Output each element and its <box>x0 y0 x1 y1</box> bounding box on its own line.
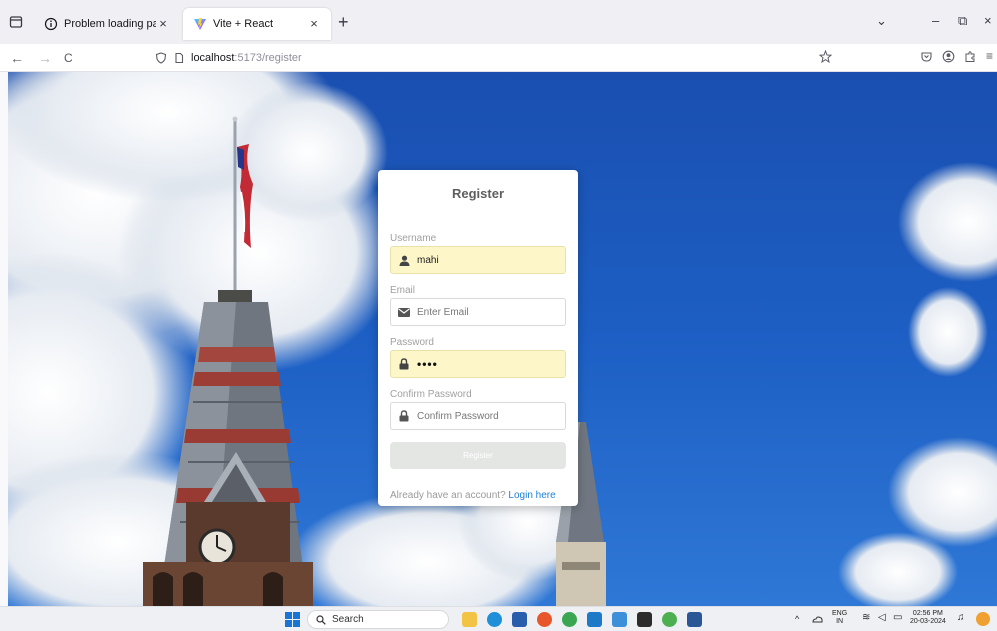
page-icon[interactable] <box>173 52 185 64</box>
register-card: Register Username Email Password <box>378 170 578 506</box>
language-indicator[interactable]: ENG IN <box>832 610 847 626</box>
region-code: IN <box>836 618 844 625</box>
url-path: :5173/register <box>234 52 302 64</box>
confirm-password-field[interactable] <box>390 402 566 430</box>
taskbar-search[interactable]: Search <box>307 610 449 629</box>
back-button[interactable]: ← <box>10 49 24 67</box>
user-icon <box>391 247 417 273</box>
lock-icon <box>391 403 417 429</box>
close-window-button[interactable]: × <box>984 13 992 28</box>
page-viewport: Register Username Email Password <box>8 72 997 606</box>
word-icon[interactable] <box>687 612 702 627</box>
password-field[interactable]: •••• <box>390 350 566 378</box>
onedrive-icon[interactable] <box>812 614 823 625</box>
volume-icon[interactable]: ◁ <box>878 613 886 623</box>
account-icon[interactable] <box>942 50 955 63</box>
new-tab-button[interactable]: + <box>338 13 349 31</box>
tab-close-icon[interactable]: × <box>307 17 321 31</box>
clock[interactable]: 02:56 PM 20-03-2024 <box>910 610 946 626</box>
password-label: Password <box>390 337 434 348</box>
bookmark-star-icon[interactable] <box>819 50 832 63</box>
tab-title: Problem loading page <box>64 18 156 30</box>
restore-button[interactable]: ⧉ <box>958 13 967 29</box>
search-icon <box>316 614 326 625</box>
firefox-icon[interactable] <box>537 612 552 627</box>
language-code: ENG <box>832 610 848 617</box>
tab-title: Vite + React <box>213 18 274 30</box>
url-bar[interactable]: localhost:5173/register <box>155 47 845 69</box>
confirm-password-input[interactable] <box>417 410 557 422</box>
clock-time: 02:56 PM <box>912 610 943 617</box>
notepad-icon[interactable] <box>612 612 627 627</box>
email-label: Email <box>390 285 416 296</box>
username-input[interactable] <box>417 254 557 266</box>
chrome-icon[interactable] <box>562 612 577 627</box>
info-icon <box>44 17 58 31</box>
clock-date: 20-03-2024 <box>910 618 946 625</box>
username-label: Username <box>390 233 437 244</box>
taskbar: Search ^ ENG IN ≋ ◁ ▭ 02:56 PM 20-03-2024 … <box>0 606 997 631</box>
store-icon[interactable] <box>512 612 527 627</box>
vscode-icon[interactable] <box>587 612 602 627</box>
tab-problem-loading[interactable]: Problem loading page × <box>34 8 180 40</box>
confirm-password-label: Confirm Password <box>390 389 472 400</box>
windows-start-icon[interactable] <box>285 612 300 627</box>
register-button[interactable]: Register <box>390 442 566 469</box>
envelope-icon <box>391 299 417 325</box>
vite-logo-icon <box>194 18 206 30</box>
terminal-icon[interactable] <box>637 612 652 627</box>
forward-button[interactable]: → <box>38 49 52 67</box>
login-prompt: Already have an account? Login here <box>390 490 566 501</box>
register-title: Register <box>451 186 505 201</box>
extensions-icon[interactable] <box>964 50 977 63</box>
url-host: localhost <box>191 52 235 64</box>
edge-icon[interactable] <box>487 612 502 627</box>
tab-list-icon[interactable] <box>8 14 24 30</box>
chrome-profile-icon[interactable] <box>662 612 677 627</box>
reload-button[interactable]: C <box>64 49 73 67</box>
tab-vite-react[interactable]: Vite + React × <box>183 8 331 40</box>
nav-bar: ← → C localhost:5173/register ≡ <box>0 44 997 72</box>
password-masked-value[interactable]: •••• <box>417 357 438 371</box>
screen: Problem loading page × Vite + React × + … <box>0 0 997 631</box>
tab-strip: Problem loading page × Vite + React × + … <box>0 0 997 44</box>
tray-chevron-icon[interactable]: ^ <box>795 615 799 624</box>
menu-icon[interactable]: ≡ <box>986 49 993 63</box>
minimize-button[interactable]: – <box>932 13 939 28</box>
email-field[interactable] <box>390 298 566 326</box>
email-input[interactable] <box>417 306 557 318</box>
list-all-tabs-icon[interactable]: ⌄ <box>876 13 887 29</box>
tab-close-icon[interactable]: × <box>156 17 170 31</box>
file-explorer-icon[interactable] <box>462 612 477 627</box>
username-field[interactable] <box>390 246 566 274</box>
pocket-icon[interactable] <box>920 50 933 63</box>
battery-icon[interactable]: ▭ <box>893 613 902 623</box>
url-text: localhost:5173/register <box>191 52 302 64</box>
lock-icon <box>391 351 417 377</box>
login-link[interactable]: Login here <box>508 490 555 501</box>
search-label: Search <box>332 614 364 625</box>
shield-icon[interactable] <box>155 52 167 64</box>
notification-bell-icon[interactable]: ♫ <box>957 613 965 623</box>
login-prompt-text: Already have an account? <box>390 490 506 501</box>
wifi-icon[interactable]: ≋ <box>862 613 870 623</box>
copilot-icon[interactable] <box>976 612 990 626</box>
